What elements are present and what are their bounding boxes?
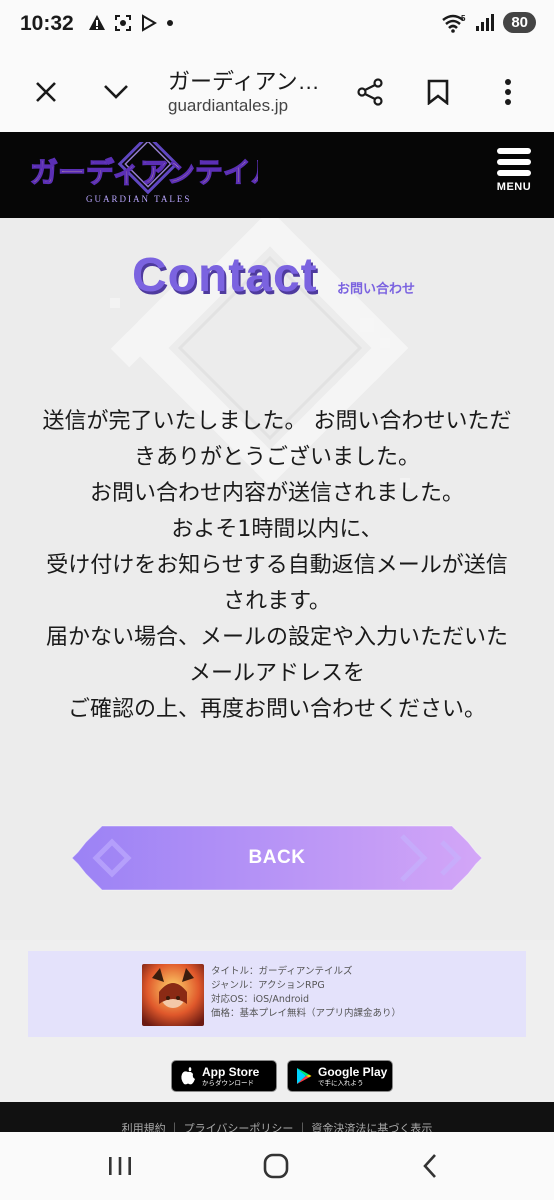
message-line: お問い合わせ内容が送信されました。 — [89, 481, 464, 506]
message-line: 受け付けをお知らせする自動返信メールが送信 — [46, 553, 508, 578]
battery-indicator: 80 — [503, 12, 536, 33]
collapse-button[interactable] — [96, 72, 136, 112]
info-price: 価格：基本プレイ無料（アプリ内課金あり） — [211, 1008, 402, 1019]
dot-icon — [167, 20, 173, 26]
app-store-name: App Store — [202, 1064, 260, 1079]
back-button[interactable]: BACK — [72, 822, 482, 894]
message-line: メールアドレスを — [188, 661, 365, 686]
message-line: 届かない場合、メールの設定や入力いただいた — [45, 625, 508, 650]
apple-icon — [181, 1067, 195, 1085]
more-vert-icon — [505, 79, 511, 105]
bookmark-button[interactable] — [418, 72, 458, 112]
info-title: タイトル：ガーディアンテイルズ — [211, 966, 353, 977]
game-thumbnail — [142, 964, 204, 1026]
cell-signal-icon — [476, 13, 495, 31]
home-button[interactable] — [256, 1150, 296, 1182]
menu-icon-bar — [497, 170, 531, 176]
message-line: ご確認の上、再度お問い合わせください。 — [67, 697, 486, 722]
status-bar: 10:32 5 80 — [0, 0, 554, 52]
bookmark-icon — [427, 79, 449, 105]
status-time: 10:32 — [20, 12, 74, 35]
store-buttons: App Store からダウンロード Google Play で手に入れよう — [171, 1060, 393, 1092]
site-footer: タイトル：ガーディアンテイルズ ジャンル：アクションRPG 対応OS：iOS/A… — [0, 940, 554, 1102]
back-nav-button[interactable] — [410, 1150, 450, 1182]
recent-apps-button[interactable] — [100, 1150, 140, 1182]
message-line: 送信が完了いたしました。 お問い合わせいただ — [42, 409, 512, 434]
logo-subtext: GUARDIAN TALES — [86, 194, 191, 204]
recent-apps-icon — [109, 1157, 131, 1175]
contact-main: Contact お問い合わせ 送信が完了いたしました。 お問い合わせいただ きあ… — [0, 218, 554, 940]
logo-graphic: ガーディアンテイルズ GUARDIAN TALES — [29, 133, 308, 204]
message-line: およそ1時間以内に、 — [171, 517, 383, 542]
google-play-button[interactable]: Google Play で手に入れよう — [287, 1060, 393, 1092]
warning-icon — [89, 15, 105, 30]
screenshot-icon — [115, 15, 131, 31]
back-button-label: BACK — [248, 847, 306, 868]
menu-label: MENU — [496, 181, 532, 193]
footer-links-bar: 利用規約 ｜ プライバシーポリシー ｜ 資金決済法に基づく表示 — [0, 1102, 554, 1132]
completion-message: 送信が完了いたしました。 お問い合わせいただ きありがとうございました。 お問い… — [20, 404, 534, 728]
close-icon — [36, 82, 56, 102]
google-play-icon — [297, 1068, 312, 1084]
google-play-sub: で手に入れよう — [318, 1078, 364, 1087]
page-title: ガーディアン… — [168, 69, 320, 94]
footer-links[interactable]: 利用規約 ｜ プライバシーポリシー ｜ 資金決済法に基づく表示 — [0, 1120, 554, 1132]
system-nav-bar — [0, 1132, 554, 1200]
page-url: guardiantales.jp — [168, 96, 289, 115]
status-icons-right: 5 80 — [441, 12, 536, 33]
game-info-card: タイトル：ガーディアンテイルズ ジャンル：アクションRPG 対応OS：iOS/A… — [28, 951, 526, 1037]
more-options-button[interactable] — [488, 72, 528, 112]
menu-button[interactable]: MENU — [494, 148, 534, 208]
app-store-button[interactable]: App Store からダウンロード — [171, 1060, 277, 1092]
site-logo[interactable]: ガーディアンテイルズ GUARDIAN TALES — [28, 133, 308, 208]
wifi-icon: 5 — [442, 14, 466, 33]
back-arrow-icon — [423, 1154, 436, 1178]
google-play-name: Google Play — [318, 1064, 388, 1079]
info-os: 対応OS：iOS/Android — [211, 994, 310, 1005]
site-header: ガーディアンテイルズ GUARDIAN TALES MENU — [0, 132, 554, 218]
logo-text: ガーディアンテイルズ — [30, 156, 258, 189]
message-line: されます。 — [223, 589, 331, 614]
menu-icon — [497, 148, 531, 154]
share-button[interactable] — [350, 72, 390, 112]
game-info-text: タイトル：ガーディアンテイルズ ジャンル：アクションRPG 対応OS：iOS/A… — [211, 965, 401, 1021]
message-line: きありがとうございました。 — [133, 445, 420, 470]
app-store-sub: からダウンロード — [202, 1078, 254, 1087]
share-icon — [357, 78, 383, 106]
signal-label: 5 — [461, 14, 466, 23]
browser-toolbar: ガーディアン… guardiantales.jp — [0, 52, 554, 132]
close-tab-button[interactable] — [26, 72, 66, 112]
menu-icon-bar — [497, 159, 531, 165]
status-icons-left — [88, 14, 174, 32]
chevron-down-icon — [104, 85, 128, 99]
play-store-icon — [142, 14, 157, 32]
contact-subheading: お問い合わせ — [337, 282, 416, 297]
home-icon — [263, 1153, 289, 1179]
contact-heading: Contact — [132, 249, 318, 302]
info-genre: ジャンル：アクションRPG — [211, 980, 325, 991]
